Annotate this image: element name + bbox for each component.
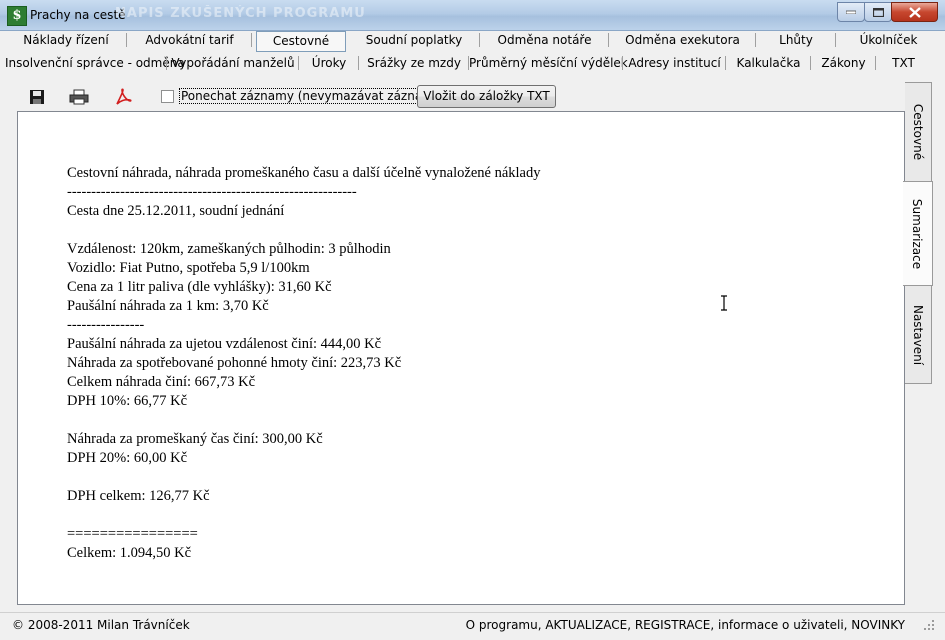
insert-to-txt-button[interactable]: Vložit do záložky TXT: [417, 85, 556, 108]
text-cursor-icon: [721, 295, 727, 311]
document-line: ----------------------------------------…: [67, 184, 357, 200]
tab-advokatni-tarif[interactable]: Advokátní tarif: [127, 29, 252, 51]
pdf-button[interactable]: [111, 86, 135, 108]
tab-row-2: Insolvenční správce - odměna Vypořádání …: [5, 52, 937, 76]
document-line: ================: [67, 526, 198, 542]
tab-cestovne[interactable]: Cestovné: [256, 31, 346, 52]
copyright-text: © 2008-2011 Milan Trávníček: [12, 618, 190, 632]
maximize-icon: [872, 7, 884, 17]
summary-document: Cestovní náhrada, náhrada promeškaného č…: [67, 164, 540, 563]
save-icon: [30, 90, 44, 104]
tab-soudni-poplatky[interactable]: Soudní poplatky: [348, 29, 480, 51]
tab-uroky[interactable]: Úroky: [299, 52, 359, 74]
document-line: [67, 506, 540, 525]
tab-odmena-notare[interactable]: Odměna notáře: [480, 29, 609, 51]
side-tab-nastaveni[interactable]: Nastavení: [905, 285, 932, 384]
save-button[interactable]: [25, 86, 49, 108]
tab-row-1: Náklady řízení Advokátní tarif Cestovné …: [5, 29, 937, 53]
document-line: Náhrada za promeškaný čas činí: 300,00 K…: [67, 431, 323, 447]
document-line: Cena za 1 litr paliva (dle vyhlášky): 31…: [67, 279, 332, 295]
document-line: Celkem náhrada činí: 667,73 Kč: [67, 374, 256, 390]
tab-vyporadani-manzelu[interactable]: Vypořádání manželů: [167, 52, 299, 74]
document-line: Náhrada za spotřebované pohonné hmoty či…: [67, 355, 402, 371]
document-line: DPH celkem: 126,77 Kč: [67, 488, 210, 504]
tab-srazky-ze-mzdy[interactable]: Srážky ze mzdy: [359, 52, 469, 74]
maximize-button[interactable]: [864, 2, 892, 22]
document-line: Vzdálenost: 120km, zameškaných půlhodin:…: [67, 241, 391, 257]
window-title: Prachy na cestě: [30, 8, 126, 22]
status-bar: © 2008-2011 Milan Trávníček O programu, …: [0, 612, 945, 637]
side-tab-cestovne[interactable]: Cestovné: [905, 82, 932, 182]
keep-records-label[interactable]: Ponechat záznamy (nevymazávat záznamy): [179, 88, 448, 104]
tab-kalkulacka[interactable]: Kalkulačka: [726, 52, 811, 74]
pdf-icon: [116, 88, 132, 105]
tab-naklady-rizeni[interactable]: Náklady řízení: [5, 29, 127, 51]
document-line: DPH 10%: 66,77 Kč: [67, 393, 188, 409]
document-line: [67, 411, 540, 430]
keep-records-checkbox[interactable]: [161, 90, 174, 103]
document-line: Cesta dne 25.12.2011, soudní jednání: [67, 203, 285, 219]
tab-insolvencni-spravce[interactable]: Insolvenční správce - odměna: [5, 52, 185, 74]
tab-odmena-exekutora[interactable]: Odměna exekutora: [609, 29, 756, 51]
close-button[interactable]: [891, 2, 938, 22]
tab-lhuty[interactable]: Lhůty: [756, 29, 836, 51]
tab-ukolnicek[interactable]: Úkolníček: [836, 29, 941, 51]
close-icon: [908, 6, 921, 18]
ghost-title: NAPIS ZKUŠENÝCH PROGRAMU: [115, 6, 366, 21]
app-icon[interactable]: $: [7, 6, 27, 26]
minimize-icon: [846, 10, 856, 14]
resize-grip-icon[interactable]: [923, 619, 935, 631]
document-line: Vozidlo: Fiat Putno, spotřeba 5,9 l/100k…: [67, 260, 310, 276]
minimize-button[interactable]: [837, 2, 865, 22]
document-line: Cestovní náhrada, náhrada promeškaného č…: [67, 165, 541, 181]
document-line: Celkem: 1.094,50 Kč: [67, 545, 192, 561]
tab-zakony[interactable]: Zákony: [811, 52, 876, 74]
document-line: Paušální náhrada za ujetou vzdálenost či…: [67, 336, 382, 352]
print-button[interactable]: [67, 86, 91, 108]
toolbar: Ponechat záznamy (nevymazávat záznamy) V…: [18, 84, 904, 110]
document-line: Paušální náhrada za 1 km: 3,70 Kč: [67, 298, 269, 314]
print-icon: [69, 89, 89, 105]
tab-adresy-instituci[interactable]: Adresy institucí: [623, 52, 726, 74]
about-links[interactable]: O programu, AKTUALIZACE, REGISTRACE, inf…: [466, 618, 905, 632]
title-bar[interactable]: $ Prachy na cestě NAPIS ZKUŠENÝCH PROGRA…: [0, 0, 945, 31]
document-line: ----------------: [67, 317, 145, 333]
document-line: [67, 221, 540, 240]
tab-prumerny-mesicni-vydelek[interactable]: Průměrný měsíční výdělek: [469, 52, 628, 74]
side-tab-sumarizace[interactable]: Sumarizace: [903, 181, 933, 286]
document-line: DPH 20%: 60,00 Kč: [67, 450, 188, 466]
tab-txt[interactable]: TXT: [876, 52, 931, 74]
document-line: [67, 468, 540, 487]
summary-text-area[interactable]: Cestovní náhrada, náhrada promeškaného č…: [17, 111, 905, 605]
